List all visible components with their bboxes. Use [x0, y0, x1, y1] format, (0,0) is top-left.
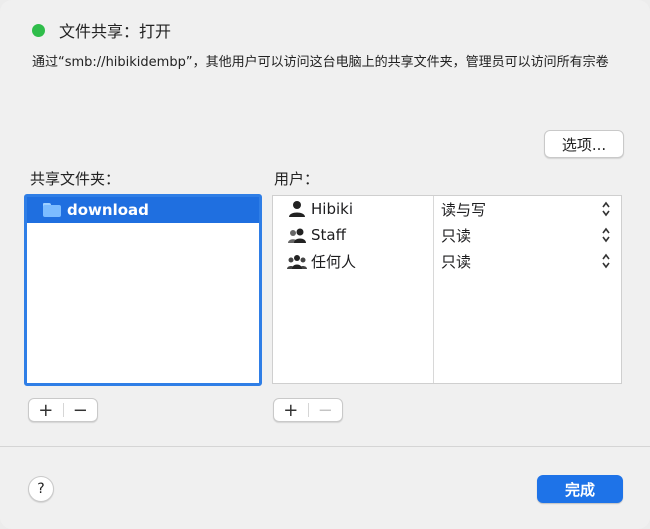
- user-name: Hibiki: [311, 200, 353, 218]
- user-row-everyone[interactable]: 任何人 只读: [273, 248, 621, 274]
- user-row-hibiki[interactable]: Hibiki 读与写: [273, 196, 621, 222]
- shared-folders-label: 共享文件夹：: [30, 170, 121, 188]
- sharing-description: 通过“smb://hibikidembp”，其他用户可以访问这台电脑上的共享文件…: [32, 55, 609, 70]
- shared-folders-list[interactable]: download: [24, 194, 262, 386]
- permission-value: 只读: [441, 226, 472, 245]
- remove-folder-button[interactable]: −: [63, 399, 97, 421]
- updown-chevron-icon[interactable]: [601, 252, 611, 270]
- permission-select[interactable]: 只读: [441, 224, 471, 246]
- folder-name: download: [67, 201, 149, 219]
- status-text: 文件共享：打开: [59, 22, 172, 41]
- permission-select[interactable]: 读与写: [441, 198, 486, 220]
- users-permissions-table: Hibiki 读与写 Staff 只读 任何人 只读: [272, 195, 622, 384]
- options-button[interactable]: 选项...: [544, 130, 624, 158]
- done-button[interactable]: 完成: [537, 475, 623, 503]
- add-user-button[interactable]: +: [274, 399, 308, 421]
- permission-value: 读与写: [441, 200, 487, 219]
- file-sharing-sheet: 文件共享：打开 通过“smb://hibikidembp”，其他用户可以访问这台…: [0, 0, 650, 529]
- user-cell: 任何人: [287, 250, 356, 272]
- updown-chevron-icon[interactable]: [601, 226, 611, 244]
- user-add-remove-control: + −: [273, 398, 343, 422]
- user-name: 任何人: [311, 252, 357, 271]
- permission-value: 只读: [441, 252, 472, 271]
- footer-divider: [0, 446, 650, 447]
- updown-chevron-icon[interactable]: [601, 200, 611, 218]
- everyone-icon: [287, 255, 307, 269]
- add-folder-button[interactable]: +: [29, 399, 63, 421]
- folder-row-download[interactable]: download: [27, 197, 259, 223]
- user-name: Staff: [311, 226, 346, 244]
- folder-icon: [43, 203, 61, 217]
- folder-add-remove-control: + −: [28, 398, 98, 422]
- remove-user-button[interactable]: −: [308, 399, 342, 421]
- group-icon: [288, 228, 306, 243]
- user-row-staff[interactable]: Staff 只读: [273, 222, 621, 248]
- permission-select[interactable]: 只读: [441, 250, 471, 272]
- users-label: 用户：: [274, 170, 320, 188]
- user-cell: Hibiki: [287, 198, 353, 220]
- status-indicator-icon: [32, 23, 45, 37]
- single-user-icon: [289, 201, 305, 217]
- help-button[interactable]: ?: [28, 476, 54, 502]
- status-row: 文件共享：打开: [32, 18, 171, 42]
- user-cell: Staff: [287, 224, 346, 246]
